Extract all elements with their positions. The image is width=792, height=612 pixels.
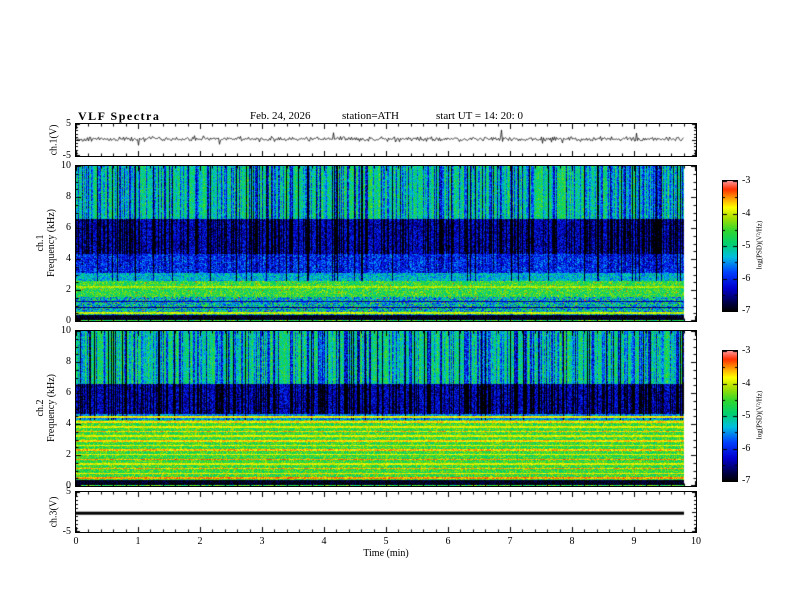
ch2-spectrogram-canvas (75, 330, 697, 487)
x-axis-tick-label: 0 (73, 536, 79, 547)
colorbar1-canvas (722, 180, 738, 312)
spec2-y-tick-label: 10 (61, 325, 71, 336)
colorbar1-tick-label: -4 (742, 207, 751, 219)
colorbar2-tick-label: -5 (742, 410, 751, 421)
x-axis-tick-label: 3 (259, 536, 265, 547)
colorbar2-psd-label: log(PSD)(V²/Hz) (755, 390, 764, 440)
ch2-frequency-axis-label: ch.2 Frequency (kHz) (35, 374, 57, 442)
colorbar1-tick-label: -6 (742, 272, 751, 284)
vlf-spectra-figure: VLF Spectra Feb. 24, 2026 station=ATH st… (0, 0, 792, 612)
x-axis-tick-label: 4 (321, 536, 327, 547)
colorbar2-tick-label: -3 (742, 345, 751, 356)
ch3-voltage-axis-label: ch.3(V) (48, 496, 60, 528)
spec1-y-tick-label: 8 (66, 191, 71, 202)
wave3-y-tick-label: 5 (66, 486, 71, 497)
x-axis-tick-label: 10 (691, 536, 701, 547)
colorbar2-tick-label: -6 (742, 442, 751, 454)
x-axis-tick-label: 8 (569, 536, 575, 547)
x-axis-tick-label: 5 (383, 536, 389, 547)
colorbar1-tick-label: -5 (742, 240, 751, 251)
spec1-y-tick-label: 6 (66, 222, 71, 233)
start-ut-label: start UT = 14: 20: 0 (436, 110, 523, 122)
ch1-frequency-axis-label-line2: Frequency (kHz) (46, 208, 57, 278)
colorbar2-canvas (722, 350, 738, 482)
spec2-y-tick-label: 6 (66, 387, 71, 398)
x-axis-title: Time (min) (363, 548, 409, 559)
ch2-frequency-axis-label-line1: ch.2 (35, 399, 46, 417)
colorbar2-tick-label: -4 (742, 377, 751, 389)
ch3-waveform-canvas (75, 491, 697, 533)
wave1-y-tick-label: 5 (66, 118, 71, 129)
spec2-y-tick-label: 4 (66, 418, 71, 429)
spec2-y-tick-label: 2 (66, 449, 71, 460)
ch2-frequency-axis-label-line2: Frequency (kHz) (46, 373, 57, 443)
wave1-y-tick-label: -5 (62, 150, 71, 161)
x-axis-tick-label: 2 (197, 536, 203, 547)
x-axis-tick-label: 7 (507, 536, 513, 547)
figure-title: VLF Spectra (78, 109, 161, 123)
wave3-y-tick-label: -5 (62, 526, 71, 537)
x-axis-tick-label: 9 (631, 536, 637, 547)
x-axis-tick-label: 1 (135, 536, 141, 547)
colorbar2-tick-label: -7 (742, 475, 751, 486)
spec2-y-tick-label: 8 (66, 356, 71, 367)
spec1-y-tick-label: 4 (66, 253, 71, 264)
x-axis-tick-label: 6 (445, 536, 451, 547)
colorbar1-tick-label: -3 (742, 175, 751, 186)
colorbar1-psd-label: log(PSD)(V²/Hz) (755, 220, 764, 270)
ch1-spectrogram-canvas (75, 165, 697, 322)
colorbar1-tick-label: -7 (742, 305, 751, 316)
ch1-waveform-canvas (75, 123, 697, 157)
ch1-frequency-axis-label-line1: ch.1 (35, 234, 46, 252)
station-label: station=ATH (342, 110, 399, 122)
ch1-frequency-axis-label: ch.1 Frequency (kHz) (35, 209, 57, 277)
figure-date: Feb. 24, 2026 (250, 110, 311, 122)
spec1-y-tick-label: 2 (66, 284, 71, 295)
